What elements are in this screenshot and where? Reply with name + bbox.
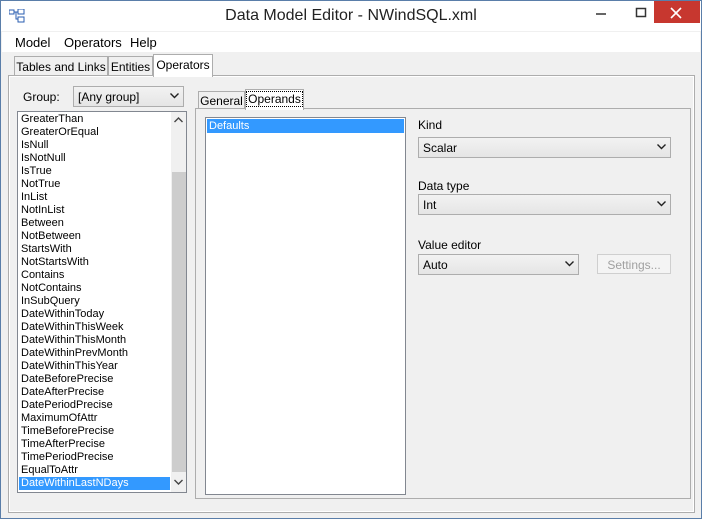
value-editor-dropdown[interactable]: Auto [418,254,579,275]
list-item-defaults[interactable]: Defaults [207,119,404,133]
list-item[interactable]: StartsWith [19,243,170,256]
list-item[interactable]: DateWithinLastNDays [19,477,170,490]
scrollbar-thumb[interactable] [172,172,186,472]
list-item[interactable]: NotInList [19,204,170,217]
list-item[interactable]: IsNotNull [19,152,170,165]
list-item[interactable]: TimeAfterPrecise [19,438,170,451]
list-item[interactable]: DateWithinThisWeek [19,321,170,334]
data-type-dropdown[interactable]: Int [418,194,671,215]
list-item[interactable]: InSubQuery [19,295,170,308]
value-editor-dropdown-value: Auto [423,258,448,272]
title-bar: Data Model Editor - NWindSQL.xml [1,1,701,31]
menu-help[interactable]: Help [130,35,157,50]
list-item[interactable]: NotBetween [19,230,170,243]
kind-label: Kind [418,118,443,132]
data-type-dropdown-value: Int [423,198,437,212]
chevron-down-icon [170,93,179,99]
operators-list-scrollbar[interactable] [171,112,186,492]
group-dropdown-value: [Any group] [78,90,140,104]
chevron-down-icon [657,201,666,207]
list-item[interactable]: EqualToAttr [19,464,170,477]
value-editor-label: Value editor [418,238,482,252]
list-item[interactable]: DateWithinPrevMonth [19,347,170,360]
close-button[interactable] [654,1,700,23]
tab-operands-label: Operands [246,91,303,107]
data-type-label: Data type [418,179,470,193]
chevron-down-icon [565,261,574,267]
list-item[interactable]: NotContains [19,282,170,295]
operands-list[interactable]: Defaults [205,117,406,495]
tab-tables-and-links[interactable]: Tables and Links [14,56,108,76]
list-item[interactable]: TimeBeforePrecise [19,425,170,438]
list-item[interactable]: NotTrue [19,178,170,191]
list-item[interactable]: GreaterThan [19,113,170,126]
menu-model[interactable]: Model [15,35,50,50]
kind-dropdown[interactable]: Scalar [418,137,671,158]
tab-operators[interactable]: Operators [153,54,213,77]
list-item[interactable]: Contains [19,269,170,282]
list-item[interactable]: GreaterOrEqual [19,126,170,139]
list-item[interactable]: DatePeriodPrecise [19,399,170,412]
main-window: Data Model Editor - NWindSQL.xml Model O… [0,0,702,519]
scroll-down-icon[interactable] [174,479,183,485]
list-item[interactable]: InList [19,191,170,204]
menu-bar: Model Operators Help [2,32,700,52]
menu-operators[interactable]: Operators [64,35,122,50]
list-item[interactable]: IsTrue [19,165,170,178]
settings-button[interactable]: Settings... [597,254,671,274]
list-item[interactable]: DateWithinThisMonth [19,334,170,347]
list-item[interactable]: TimePeriodPrecise [19,451,170,464]
list-item[interactable]: DateAfterPrecise [19,386,170,399]
operators-list[interactable]: GreaterThan GreaterOrEqual IsNull IsNotNull… [17,111,187,493]
list-item[interactable]: DateBeforePrecise [19,373,170,386]
list-item[interactable]: Between [19,217,170,230]
chevron-down-icon [657,144,666,150]
list-item[interactable]: DateWithinToday [19,308,170,321]
tab-entities[interactable]: Entities [108,56,153,76]
scroll-up-icon[interactable] [174,117,183,123]
list-item[interactable]: IsNull [19,139,170,152]
group-dropdown[interactable]: [Any group] [73,86,184,107]
kind-dropdown-value: Scalar [423,141,458,155]
list-item[interactable]: MaximumOfAttr [19,412,170,425]
list-item[interactable]: DateWithinThisYear [19,360,170,373]
tab-operands[interactable]: Operands [245,89,304,110]
list-item[interactable]: NotStartsWith [19,256,170,269]
group-label: Group: [23,90,60,104]
